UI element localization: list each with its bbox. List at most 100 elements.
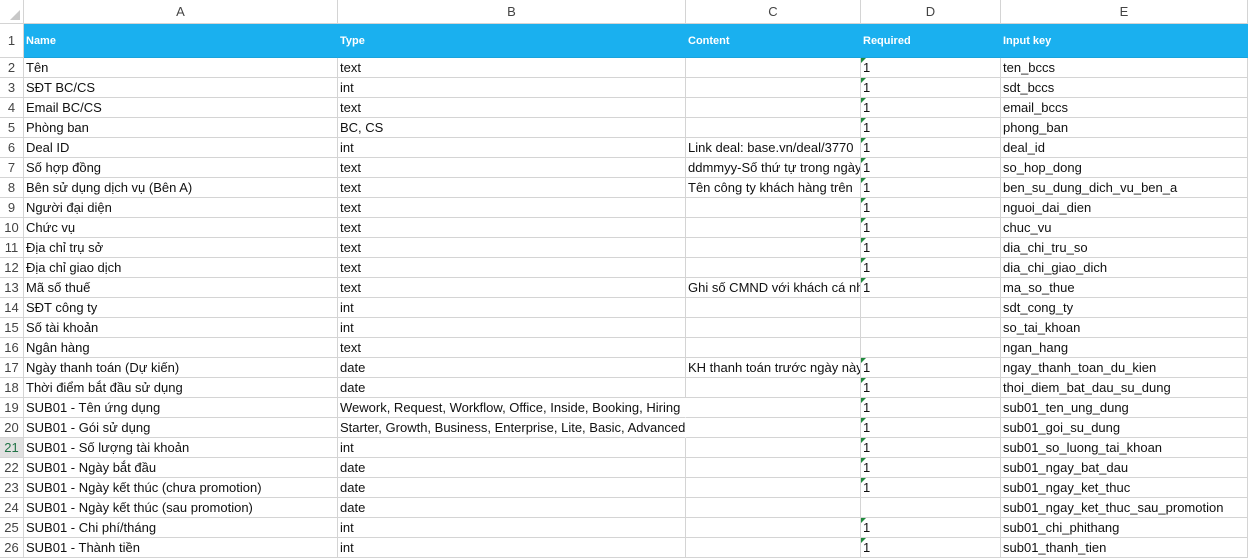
cell-input-key[interactable]: ngan_hang [1001,338,1248,358]
row-number[interactable]: 2 [0,58,24,78]
row-number[interactable]: 17 [0,358,24,378]
row-number[interactable]: 13 [0,278,24,298]
cell-content[interactable] [686,58,861,78]
cell-input-key[interactable]: sdt_bccs [1001,78,1248,98]
cell-content[interactable]: KH thanh toán trước ngày này [686,358,861,378]
cell-input-key[interactable]: sub01_so_luong_tai_khoan [1001,438,1248,458]
row-number[interactable]: 21 [0,438,24,458]
cell-name[interactable]: Ngân hàng [24,338,338,358]
cell-name[interactable]: SUB01 - Ngày bắt đầu [24,458,338,478]
cell-required[interactable]: 1 [861,538,1001,558]
cell-content[interactable] [686,98,861,118]
cell-type[interactable]: text [338,238,686,258]
row-number[interactable]: 6 [0,138,24,158]
cell-input-key[interactable]: nguoi_dai_dien [1001,198,1248,218]
cell-name[interactable]: Bên sử dụng dịch vụ (Bên A) [24,178,338,198]
cell-required[interactable]: 1 [861,458,1001,478]
cell-content[interactable] [686,258,861,278]
cell-type[interactable]: int [338,78,686,98]
row-number[interactable]: 22 [0,458,24,478]
cell-required[interactable]: 1 [861,418,1001,438]
cell-name[interactable]: Tên [24,58,338,78]
cell-content[interactable] [686,398,861,418]
cell-input-key[interactable]: thoi_diem_bat_dau_su_dung [1001,378,1248,398]
row-number[interactable]: 23 [0,478,24,498]
cell-required[interactable]: 1 [861,138,1001,158]
cell-required[interactable] [861,498,1001,518]
cell-type[interactable]: text [338,58,686,78]
cell-name[interactable]: SUB01 - Chi phí/tháng [24,518,338,538]
cell-required[interactable]: 1 [861,98,1001,118]
cell-input-key[interactable]: so_tai_khoan [1001,318,1248,338]
cell-type[interactable]: text [338,278,686,298]
cell-type[interactable]: date [338,498,686,518]
cell-required[interactable]: 1 [861,158,1001,178]
cell-input-key[interactable]: ngay_thanh_toan_du_kien [1001,358,1248,378]
cell-name[interactable]: Địa chỉ trụ sở [24,238,338,258]
cell-input-key[interactable]: sub01_ten_ung_dung [1001,398,1248,418]
header-cell-name[interactable]: Name [24,24,338,58]
column-header-e[interactable]: E [1001,0,1248,24]
cell-required[interactable] [861,318,1001,338]
cell-required[interactable]: 1 [861,358,1001,378]
row-number[interactable]: 19 [0,398,24,418]
cell-name[interactable]: Email BC/CS [24,98,338,118]
cell-content[interactable]: Tên công ty khách hàng trên [686,178,861,198]
cell-type[interactable]: date [338,458,686,478]
cell-input-key[interactable]: sub01_ngay_ket_thuc [1001,478,1248,498]
row-number[interactable]: 9 [0,198,24,218]
cell-required[interactable]: 1 [861,238,1001,258]
cell-type[interactable]: int [338,518,686,538]
cell-name[interactable]: SUB01 - Thành tiền [24,538,338,558]
cell-content[interactable] [686,458,861,478]
cell-required[interactable]: 1 [861,178,1001,198]
cell-name[interactable]: SĐT BC/CS [24,78,338,98]
header-cell-required[interactable]: Required [861,24,1001,58]
row-number[interactable]: 26 [0,538,24,558]
cell-content[interactable] [686,198,861,218]
cell-required[interactable]: 1 [861,218,1001,238]
cell-required[interactable]: 1 [861,278,1001,298]
cell-content[interactable] [686,238,861,258]
cell-type[interactable]: int [338,318,686,338]
cell-input-key[interactable]: deal_id [1001,138,1248,158]
cell-type[interactable]: text [338,338,686,358]
cell-required[interactable]: 1 [861,118,1001,138]
cell-type[interactable]: int [338,438,686,458]
cell-type[interactable]: date [338,478,686,498]
cell-input-key[interactable]: so_hop_dong [1001,158,1248,178]
cell-content[interactable] [686,318,861,338]
cell-name[interactable]: Deal ID [24,138,338,158]
cell-type[interactable]: int [338,538,686,558]
select-all-corner[interactable] [0,0,24,24]
cell-input-key[interactable]: sdt_cong_ty [1001,298,1248,318]
cell-required[interactable]: 1 [861,518,1001,538]
cell-input-key[interactable]: sub01_ngay_bat_dau [1001,458,1248,478]
row-number[interactable]: 7 [0,158,24,178]
cell-type[interactable]: text [338,178,686,198]
cell-name[interactable]: Chức vụ [24,218,338,238]
cell-name[interactable]: Thời điểm bắt đầu sử dụng [24,378,338,398]
row-number[interactable]: 4 [0,98,24,118]
cell-name[interactable]: SUB01 - Gói sử dụng [24,418,338,438]
cell-type[interactable]: Wework, Request, Workflow, Office, Insid… [338,398,686,418]
cell-name[interactable]: SĐT công ty [24,298,338,318]
cell-name[interactable]: Người đại diện [24,198,338,218]
cell-name[interactable]: Địa chỉ giao dịch [24,258,338,278]
cell-content[interactable] [686,218,861,238]
header-cell-content[interactable]: Content [686,24,861,58]
row-number[interactable]: 24 [0,498,24,518]
cell-required[interactable]: 1 [861,78,1001,98]
cell-content[interactable] [686,78,861,98]
cell-required[interactable]: 1 [861,398,1001,418]
cell-type[interactable]: Starter, Growth, Business, Enterprise, L… [338,418,686,438]
column-header-a[interactable]: A [24,0,338,24]
cell-content[interactable] [686,338,861,358]
cell-content[interactable] [686,418,861,438]
cell-name[interactable]: SUB01 - Ngày kết thúc (chưa promotion) [24,478,338,498]
cell-required[interactable]: 1 [861,258,1001,278]
cell-type[interactable]: BC, CS [338,118,686,138]
cell-type[interactable]: text [338,198,686,218]
cell-content[interactable]: ddmmyy-Số thứ tự trong ngày [686,158,861,178]
cell-content[interactable] [686,518,861,538]
